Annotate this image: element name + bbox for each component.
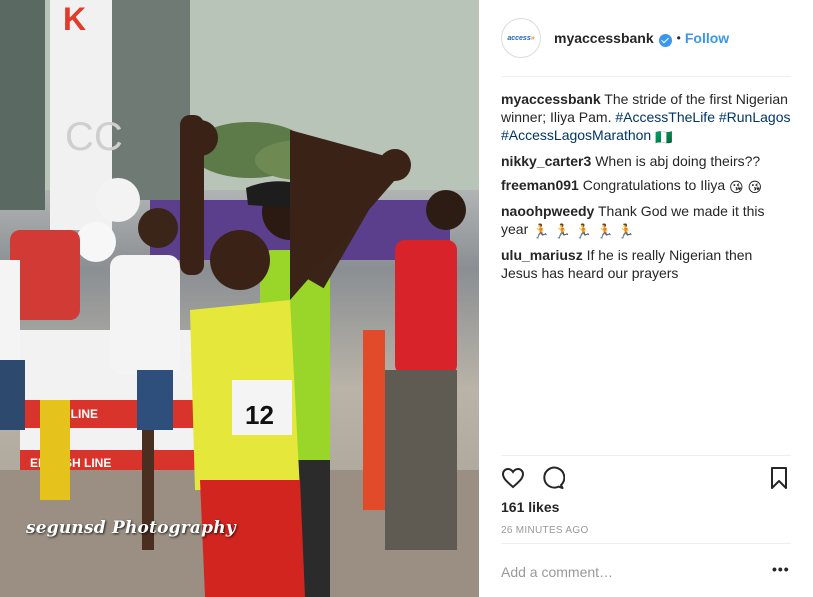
comment-text: Congratulations to Iliya <box>582 177 726 193</box>
kiss-emoji: 😘 😘 <box>729 179 763 195</box>
post-timestamp[interactable]: 26 MINUTES AGO <box>501 525 589 536</box>
post-photo[interactable]: K CC F SH LINE ER F ISH LINE <box>0 0 479 597</box>
comment-username[interactable]: freeman091 <box>501 177 579 193</box>
svg-text:CC: CC <box>65 115 123 159</box>
post-header: access» myaccessbank • Follow <box>501 18 791 58</box>
account-username[interactable]: myaccessbank <box>554 30 654 46</box>
photo-watermark: segunsd Photography <box>26 518 236 538</box>
avatar-logo: access» <box>507 35 534 42</box>
list-item: freeman091 Congratulations to Iliya 😘 😘 <box>501 176 791 196</box>
comment-username[interactable]: ulu_mariusz <box>501 247 583 263</box>
add-comment-input[interactable] <box>501 560 751 584</box>
svg-text:12: 12 <box>245 400 274 430</box>
flag-emoji: 🇳🇬 <box>655 129 673 145</box>
follow-button[interactable]: Follow <box>685 30 729 46</box>
comment-username[interactable]: naoohpweedy <box>501 203 594 219</box>
svg-text:K: K <box>63 1 86 37</box>
action-bar <box>501 466 791 490</box>
separator-dot: • <box>676 31 681 45</box>
avatar-logo-text: access <box>507 34 531 42</box>
list-item: naoohpweedy Thank God we made it this ye… <box>501 202 791 240</box>
comments-list: myaccessbank The stride of the first Nig… <box>501 90 791 288</box>
comment-bubble-icon[interactable] <box>541 466 566 490</box>
more-options-button[interactable]: ••• <box>772 562 790 576</box>
runner-emoji: 🏃 🏃 🏃 🏃 🏃 <box>532 223 635 239</box>
likes-count[interactable]: 161 likes <box>501 499 559 515</box>
heart-icon[interactable] <box>501 466 525 490</box>
divider <box>501 76 791 77</box>
verified-check-icon <box>658 33 672 47</box>
comment-username[interactable]: nikky_carter3 <box>501 153 591 169</box>
caption: myaccessbank The stride of the first Nig… <box>501 90 791 146</box>
comment-text: When is abj doing theirs?? <box>595 153 761 169</box>
marathon-photo-illustration: K CC F SH LINE ER F ISH LINE <box>0 0 479 597</box>
bookmark-icon[interactable] <box>767 466 791 490</box>
caption-username[interactable]: myaccessbank <box>501 91 601 107</box>
divider <box>501 455 791 456</box>
list-item: nikky_carter3 When is abj doing theirs?? <box>501 152 791 170</box>
post-side-panel: access» myaccessbank • Follow myaccessba… <box>479 0 813 597</box>
avatar-logo-chevrons: » <box>530 34 535 42</box>
divider <box>501 543 791 544</box>
list-item: ulu_mariusz If he is really Nigerian the… <box>501 246 791 282</box>
avatar[interactable]: access» <box>501 18 541 58</box>
